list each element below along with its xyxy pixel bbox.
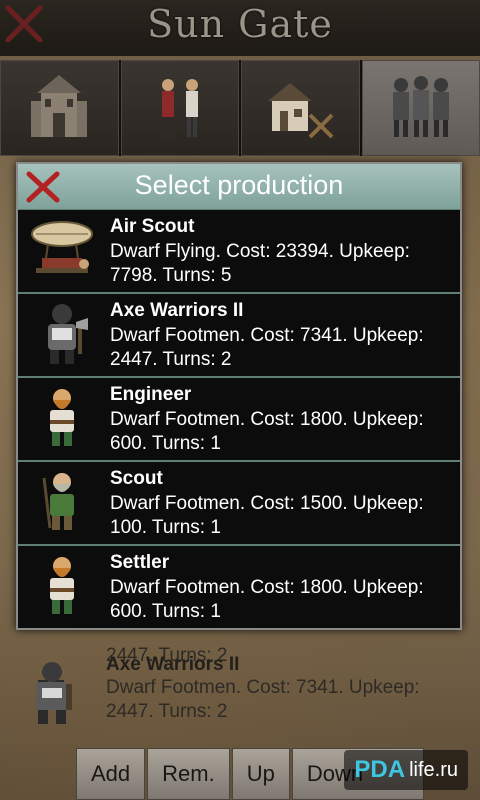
dialog-header: Select production: [18, 164, 460, 210]
dwarf-engineer-icon: [22, 384, 102, 454]
unit-name: Settler: [110, 552, 170, 573]
citizens-icon: [140, 71, 220, 146]
armored-dwarf-icon: [22, 300, 102, 370]
queue-item[interactable]: Axe Warriors II Dwarf Footmen. Cost: 734…: [0, 654, 480, 738]
unit-desc: Dwarf Flying. Cost: 23394. Upkeep: 7798.…: [110, 241, 410, 286]
unit-list-item[interactable]: Scout Dwarf Footmen. Cost: 1500. Upkeep:…: [18, 462, 460, 546]
city-title: Sun Gate: [147, 2, 333, 46]
unit-desc: Dwarf Footmen. Cost: 1800. Upkeep: 600. …: [110, 577, 424, 622]
title-bar: Sun Gate: [0, 0, 480, 56]
dwarf-settler-icon: [22, 552, 102, 622]
unit-list: Air Scout Dwarf Flying. Cost: 23394. Upk…: [18, 210, 460, 630]
watermark: PDA life.ru: [344, 750, 468, 790]
dwarf-scout-icon: [22, 468, 102, 538]
unit-list-item[interactable]: Axe Warriors II Dwarf Footmen. Cost: 734…: [18, 294, 460, 378]
airship-icon: [22, 216, 102, 286]
armored-dwarf-icon: [22, 658, 82, 730]
unit-desc: Dwarf Footmen. Cost: 1800. Upkeep: 600. …: [110, 409, 424, 454]
tab-citizens[interactable]: [120, 60, 239, 156]
watermark-text: life.ru: [409, 758, 458, 781]
unit-name: Axe Warriors II: [110, 300, 244, 321]
castle-icon: [19, 71, 99, 146]
army-units-icon: [381, 71, 461, 146]
unit-name: Scout: [110, 468, 163, 489]
unit-list-item[interactable]: Engineer Dwarf Footmen. Cost: 1800. Upke…: [18, 378, 460, 462]
unit-list-item[interactable]: Settler Dwarf Footmen. Cost: 1800. Upkee…: [18, 546, 460, 630]
unit-desc: Dwarf Footmen. Cost: 1500. Upkeep: 100. …: [110, 493, 424, 538]
dialog-title: Select production: [134, 170, 344, 200]
tab-strip: [0, 60, 480, 156]
queue-item-desc: Dwarf Footmen. Cost: 7341. Upkeep: 2447.…: [106, 677, 420, 722]
add-button[interactable]: Add: [76, 748, 146, 800]
select-production-dialog: Select production Air Scout Dwarf Flying…: [16, 162, 462, 630]
up-button[interactable]: Up: [231, 748, 290, 800]
tab-castle[interactable]: [0, 60, 119, 156]
buildings-icon: [260, 71, 340, 146]
unit-name: Air Scout: [110, 216, 195, 237]
remove-button[interactable]: Rem.: [147, 748, 230, 800]
tab-army[interactable]: [361, 60, 480, 156]
queue-item-name: Axe Warriors II: [106, 654, 240, 675]
unit-desc: Dwarf Footmen. Cost: 7341. Upkeep: 2447.…: [110, 325, 424, 370]
unit-list-item[interactable]: Air Scout Dwarf Flying. Cost: 23394. Upk…: [18, 210, 460, 294]
unit-name: Engineer: [110, 384, 192, 405]
tab-buildings[interactable]: [241, 60, 360, 156]
watermark-logo: PDA: [354, 756, 406, 783]
